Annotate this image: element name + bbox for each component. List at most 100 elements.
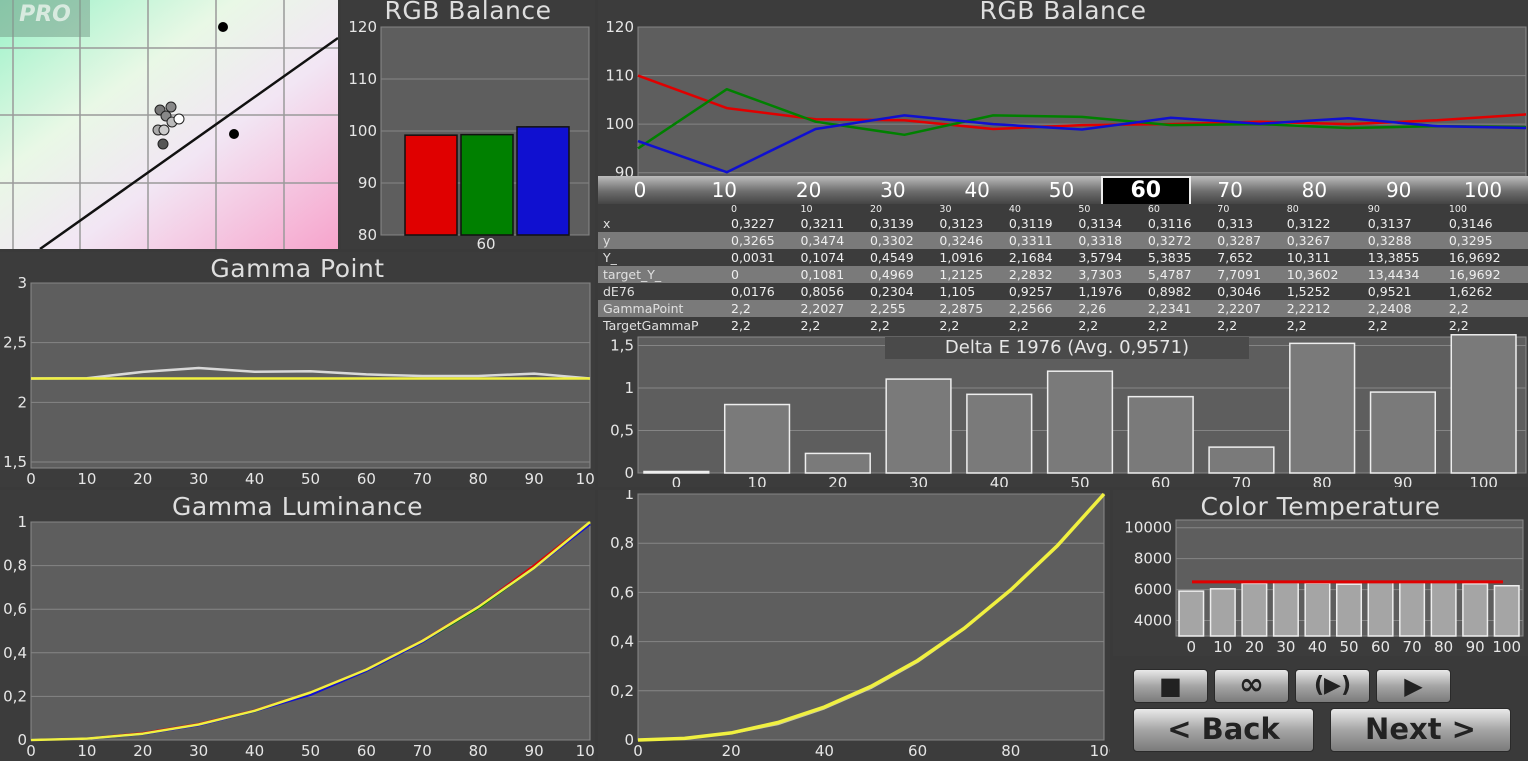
x-tick-label: 10 [748,474,767,487]
step-tick[interactable]: 10 [712,178,737,202]
color-temp-panel: Color Temperature 4000 6000 8000 10000 0 10 20… [1113,490,1528,656]
table-cell: 0,3122 [1284,215,1366,232]
table-cell: 0,3474 [798,232,868,249]
cie-point [218,22,228,32]
x-tick-label: 80 [1313,474,1332,487]
table-cell: 2,2 [729,317,799,334]
y-tick-label: 4000 [1134,612,1172,630]
x-tick-label: 40 [815,742,834,760]
x-tick-label: 90 [525,742,544,760]
loop-button[interactable]: ∞ [1214,669,1289,703]
x-tick-label: 40 [245,742,264,760]
color-temp-bar [1178,590,1205,637]
x-tick-label: 30 [909,474,928,487]
selected-step[interactable]: 60 [1100,176,1191,206]
table-cell: 0,9521 [1365,283,1447,300]
table-cell: 2,2 [1365,317,1447,334]
y-tick-label: 100 [605,115,634,133]
table-cell: 0,1081 [798,266,868,283]
y-tick-label: 6000 [1134,581,1172,599]
table-cell: 0,3302 [867,232,938,249]
x-tick-label: 80 [469,470,488,487]
table-cell: 1,105 [937,283,1007,300]
table-cell: 2,2 [1145,317,1216,334]
step-tick[interactable]: 70 [1217,178,1242,202]
table-cell: 1,5252 [1284,283,1366,300]
y-tick-label: 0,4 [3,644,27,662]
step-tick[interactable]: 40 [964,178,989,202]
y-tick-label: 110 [605,67,634,85]
step-tick[interactable]: 90 [1386,178,1411,202]
play-icon: ▶ [1404,672,1423,700]
y-tick-label: 0,2 [3,687,27,705]
table-cell: 0,0031 [729,249,799,266]
row-label: target_Y_ [598,266,729,283]
y-tick-label: 1 [17,513,27,531]
table-cell: 0,3146 [1446,215,1528,232]
play-loop-button[interactable]: (▶) [1295,669,1370,703]
x-tick-label: 100 [576,742,595,760]
next-button[interactable]: Next > [1330,708,1511,752]
x-tick-label: 70 [1403,638,1422,656]
x-tick-label: 0 [26,470,36,487]
table-cell: 13,3855 [1365,249,1447,266]
table-cell: 0,3311 [1006,232,1077,249]
measurement-table: 0 10 20 30 40 50 60 70 80 90 100 x 0,3227 0,3211 0,313… [598,204,1528,334]
x-tick-label: 60 [908,742,927,760]
y-tick-label: 0,2 [610,682,634,700]
y-tick-label: 0,4 [610,633,634,651]
color-temp-bar [1399,581,1426,637]
table-cell: 0,4549 [867,249,938,266]
delta-e-bar [1046,370,1114,474]
color-temp-bar [1335,583,1363,637]
x-axis-label: 60 [476,235,495,249]
step-selector[interactable]: 0 10 20 30 40 50 60 70 80 90 100 [598,176,1528,206]
table-cell: 0,8982 [1145,283,1216,300]
rgb-bar-chart: 80 90 100 110 120 60 [348,18,590,249]
pro-badge: PRO [0,0,90,37]
row-label: TargetGammaP [598,317,729,334]
color-temp-bar [1209,588,1236,637]
step-tick[interactable]: 100 [1464,178,1502,202]
step-tick[interactable]: 50 [1049,178,1074,202]
step-tick[interactable]: 80 [1302,178,1327,202]
x-tick-label: 80 [1434,638,1453,656]
cie-point [229,129,239,139]
play-loop-icon: (▶) [1313,673,1352,698]
gamma-point-panel: Gamma Point 1,5 2 2,5 3 0 10 20 30 40 50 60 70 80 90 1… [0,252,595,487]
x-tick-label: 60 [357,470,376,487]
table-cell: 0,3046 [1215,283,1285,300]
y-tick-label: 2 [17,393,27,411]
table-cell: 2,2341 [1145,300,1216,317]
bar-r [404,134,458,236]
color-temp-bar [1241,582,1268,637]
delta-e-bar [804,452,871,474]
x-tick-label: 100 [1469,474,1498,487]
table-row: Y_ 0,0031 0,1074 0,4549 1,0916 2,1684 3,5794 5,… [598,249,1528,266]
row-label: y [598,232,729,249]
table-cell: 10,3602 [1284,266,1366,283]
cie-chart [0,0,338,249]
table-cell: 2,2832 [1006,266,1077,283]
delta-e-bar [885,378,952,474]
y-tick-label: 0,8 [610,534,634,552]
delta-e-bar [1208,446,1275,474]
table-cell: 16,9692 [1446,266,1528,283]
step-tick[interactable]: 20 [796,178,821,202]
plot-area [637,493,1105,741]
x-tick-label: 70 [413,470,432,487]
step-tick[interactable]: 30 [880,178,905,202]
y-tick-label: 1 [624,490,634,503]
table-cell: 2,2875 [937,300,1007,317]
play-button[interactable]: ▶ [1376,669,1451,703]
header-cell: 60 [1145,204,1216,215]
table-cell: 0,3134 [1076,215,1146,232]
back-button[interactable]: < Back [1133,708,1314,752]
table-cell: 10,311 [1284,249,1366,266]
x-tick-label: 10 [77,742,96,760]
stop-button[interactable]: ■ [1133,669,1208,703]
step-tick[interactable]: 0 [634,178,647,202]
table-cell: 0,8056 [798,283,868,300]
y-tick-label: 2,5 [3,334,27,352]
luminance-panel: 0 0,2 0,4 0,6 0,8 1 0 20 40 60 80 100 [598,490,1110,761]
